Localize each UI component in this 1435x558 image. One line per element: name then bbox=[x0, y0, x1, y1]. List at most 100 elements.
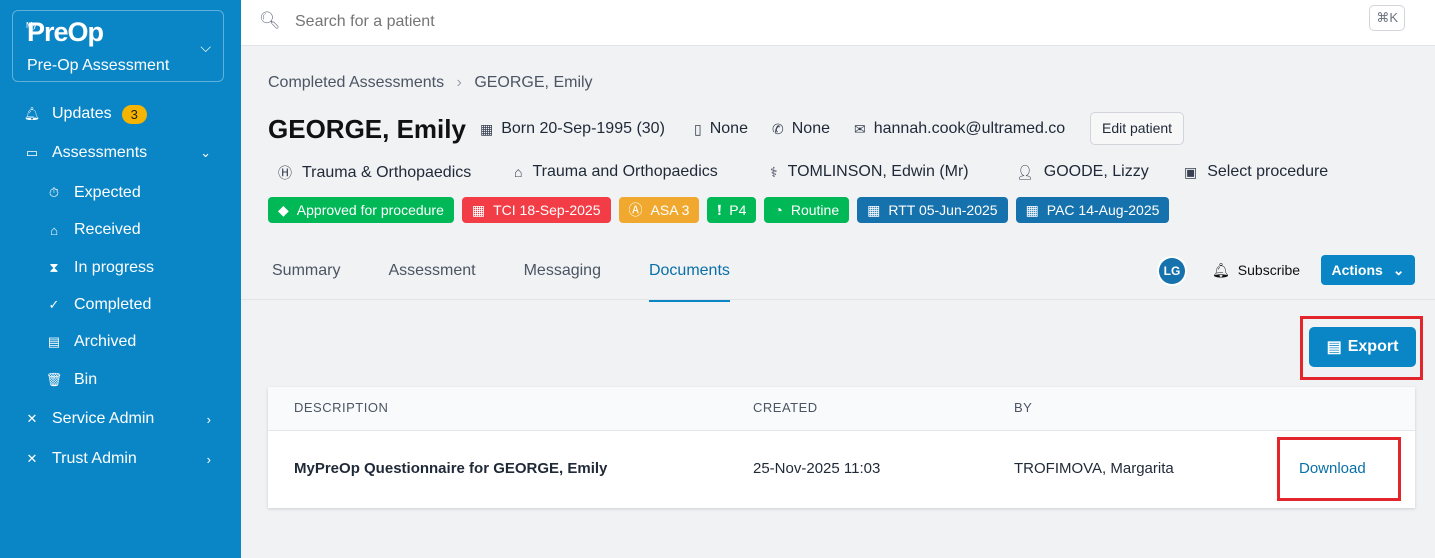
letter-a-icon: Ⓐ bbox=[628, 202, 643, 218]
label: Assessments bbox=[52, 144, 148, 161]
procedure-text: Select procedure bbox=[1207, 163, 1329, 180]
clipboard-check-icon: ✓ bbox=[48, 297, 60, 312]
trash-icon: 🗑︎ bbox=[45, 372, 63, 387]
calendar-icon: ▦ bbox=[1025, 201, 1039, 218]
avatar[interactable]: LG bbox=[1159, 258, 1185, 284]
bell-icon: 🔔︎ bbox=[23, 106, 41, 121]
hospital-icon: Ⓗ bbox=[278, 165, 292, 181]
archive-icon: ▤ bbox=[47, 334, 61, 349]
mobile-icon: ▯ bbox=[694, 120, 702, 137]
tag-label: Approved for procedure bbox=[296, 202, 444, 218]
phone-icon: ✆ bbox=[772, 120, 784, 137]
subscribe-button[interactable]: 🔔︎ Subscribe bbox=[1212, 262, 1300, 279]
export-label: Export bbox=[1347, 338, 1399, 355]
chevron-right-icon: › bbox=[206, 411, 211, 427]
tag-label: Routine bbox=[790, 202, 840, 218]
document-description: MyPreOp Questionnaire for GEORGE, Emily bbox=[294, 460, 608, 477]
sidebar-item-received[interactable]: ⌂ Received bbox=[0, 212, 241, 248]
patient-mobile: ▯ None bbox=[694, 120, 748, 138]
user-icon: 👤︎ bbox=[1016, 163, 1034, 180]
document-created: 25-Nov-2025 11:03 bbox=[753, 460, 881, 477]
patient-search-input[interactable] bbox=[295, 8, 895, 36]
sidebar-item-assessments[interactable]: ▭ Assessments ⌄ bbox=[0, 135, 241, 171]
clock-icon: ◔ bbox=[774, 202, 783, 218]
label: In progress bbox=[74, 259, 155, 276]
highlight-box bbox=[1277, 437, 1401, 501]
consultant: ⚕ TOMLINSON, Edwin (Mr) bbox=[770, 163, 969, 181]
header-created: CREATED bbox=[753, 400, 818, 415]
inbox-icon: ⌂ bbox=[50, 222, 58, 238]
app-subtitle: Pre-Op Assessment bbox=[27, 57, 170, 74]
chevron-right-icon: › bbox=[456, 74, 462, 91]
select-procedure[interactable]: ▣ Select procedure bbox=[1184, 163, 1328, 181]
sidebar-item-updates[interactable]: 🔔︎ Updates 3 bbox=[0, 96, 241, 132]
label: Archived bbox=[74, 333, 137, 350]
chevron-right-icon: › bbox=[206, 451, 211, 467]
assessor: 👤︎ GOODE, Lizzy bbox=[1016, 163, 1149, 181]
updates-badge: 3 bbox=[121, 104, 147, 124]
document-by: TROFIMOVA, Margarita bbox=[1014, 460, 1174, 477]
tab-documents[interactable]: Documents bbox=[648, 250, 730, 302]
label: Trust Admin bbox=[52, 450, 137, 467]
table-header: DESCRIPTION CREATED BY bbox=[268, 387, 1415, 431]
email-text: hannah.cook@ultramed.co bbox=[873, 120, 1066, 137]
consultant-text: TOMLINSON, Edwin (Mr) bbox=[787, 163, 969, 180]
patient-dob: ▦ Born 20-Sep-1995 (30) bbox=[480, 120, 665, 138]
hospital: Ⓗ Trauma & Orthopaedics bbox=[278, 163, 471, 183]
breadcrumb-parent[interactable]: Completed Assessments bbox=[268, 74, 444, 91]
actions-button[interactable]: Actions ⌄ bbox=[1321, 255, 1415, 285]
sidebar-item-bin[interactable]: 🗑︎ Bin bbox=[0, 362, 241, 398]
top-bar: 🔍︎ ⌘K bbox=[241, 0, 1435, 46]
tag-asa: Ⓐ ASA 3 bbox=[618, 197, 700, 223]
breadcrumb: Completed Assessments › GEORGE, Emily bbox=[268, 74, 593, 92]
tag-routine: ◔ Routine bbox=[764, 197, 850, 223]
tag-label: PAC 14-Aug-2025 bbox=[1046, 202, 1160, 218]
breadcrumb-current: GEORGE, Emily bbox=[474, 74, 593, 91]
sidebar-item-trust-admin[interactable]: ✕ Trust Admin › bbox=[0, 441, 241, 477]
calendar-icon: ▦ bbox=[471, 201, 486, 218]
bell-icon: 🔔︎ bbox=[1212, 262, 1230, 278]
clipboard-icon: ▭ bbox=[25, 145, 39, 160]
tag-label: P4 bbox=[729, 202, 747, 218]
sidebar-item-archived[interactable]: ▤ Archived bbox=[0, 324, 241, 360]
sidebar-item-completed[interactable]: ✓ Completed bbox=[0, 287, 241, 323]
tag-icon: ◆ bbox=[278, 201, 289, 218]
file-export-icon: ▤ bbox=[1326, 339, 1342, 356]
tag-label: RTT 05-Jun-2025 bbox=[888, 202, 998, 218]
tag-pac: ▦ PAC 14-Aug-2025 bbox=[1015, 197, 1170, 223]
hourglass-icon: ⧗ bbox=[49, 260, 59, 275]
tab-divider bbox=[241, 299, 1435, 300]
tab-assessment[interactable]: Assessment bbox=[388, 250, 475, 302]
tabs: Summary Assessment Messaging Documents bbox=[268, 250, 774, 302]
patient-email: ✉ hannah.cook@ultramed.co bbox=[854, 120, 1065, 138]
dob-text: Born 20-Sep-1995 (30) bbox=[501, 120, 665, 137]
preop-logo: My PreOp bbox=[26, 17, 104, 47]
house-icon: ⌂ bbox=[514, 164, 523, 180]
patient-name: GEORGE, Emily bbox=[268, 114, 466, 144]
export-button[interactable]: ▤ Export bbox=[1309, 327, 1416, 367]
assessor-text: GOODE, Lizzy bbox=[1043, 163, 1149, 180]
sidebar-item-in-progress[interactable]: ⧗ In progress bbox=[0, 250, 241, 286]
sidebar-item-service-admin[interactable]: ✕ Service Admin › bbox=[0, 401, 241, 437]
tag-approved: ◆ Approved for procedure bbox=[268, 197, 454, 223]
hospital-text: Trauma & Orthopaedics bbox=[302, 164, 472, 181]
search-icon: 🔍︎ bbox=[259, 11, 281, 30]
tab-messaging[interactable]: Messaging bbox=[524, 250, 601, 302]
calendar-icon: ▦ bbox=[867, 201, 881, 218]
tab-summary[interactable]: Summary bbox=[272, 250, 340, 302]
tag-label: TCI 18-Sep-2025 bbox=[493, 202, 601, 218]
tag-rtt: ▦ RTT 05-Jun-2025 bbox=[857, 197, 1008, 223]
label: Service Admin bbox=[52, 410, 155, 427]
exclamation-circle-icon: ❗︎ bbox=[717, 201, 722, 218]
patient-phone: ✆ None bbox=[772, 120, 830, 138]
tools-icon: ✕ bbox=[26, 411, 38, 426]
stethoscope-icon: ⚕ bbox=[770, 163, 778, 180]
department: ⌂ Trauma and Orthopaedics bbox=[514, 163, 718, 181]
actions-label: Actions bbox=[1331, 262, 1383, 278]
sidebar-item-expected[interactable]: ⏱︎ Expected bbox=[0, 175, 241, 211]
chevron-down-icon: ⌄ bbox=[200, 145, 211, 160]
tools-icon: ✕ bbox=[26, 451, 38, 466]
app-switcher[interactable]: My PreOp Pre-Op Assessment ⌵ bbox=[12, 10, 224, 82]
subscribe-label: Subscribe bbox=[1237, 262, 1301, 278]
edit-patient-button[interactable]: Edit patient bbox=[1090, 112, 1185, 145]
